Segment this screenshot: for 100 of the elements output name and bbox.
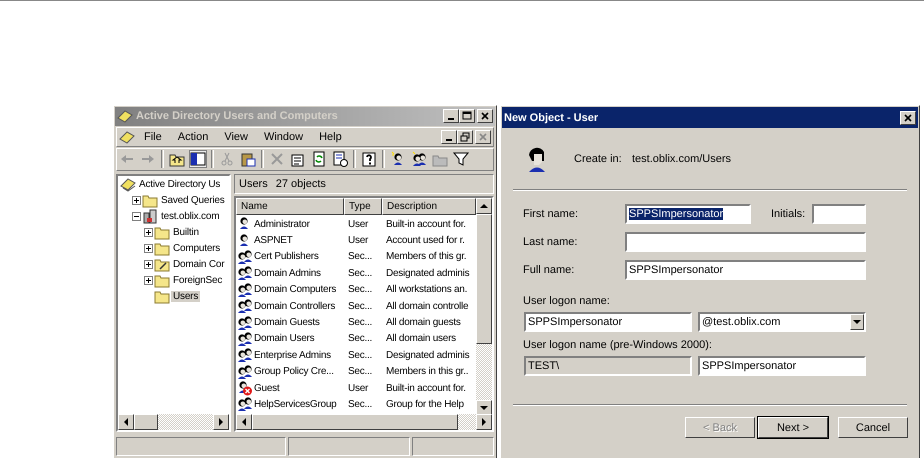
table-cell: HelpServicesGroup bbox=[254, 398, 336, 410]
scrollbar-thumb[interactable] bbox=[476, 214, 492, 344]
menu-item[interactable]: Action bbox=[170, 130, 216, 143]
tree-item[interactable]: Computers bbox=[171, 242, 222, 254]
scrollbar-thumb[interactable] bbox=[252, 414, 458, 430]
tree-item[interactable]: test.oblix.com bbox=[159, 210, 222, 222]
right-arrow-icon bbox=[217, 418, 225, 426]
dialog-title: New Object - User bbox=[504, 112, 600, 124]
full-name-field[interactable]: SPPSImpersonator bbox=[625, 260, 866, 280]
close-button[interactable] bbox=[475, 130, 491, 144]
dialog-button[interactable]: Cancel bbox=[838, 417, 908, 438]
table-cell: Sec... bbox=[348, 333, 372, 344]
table-cell: All workstations an. bbox=[386, 284, 468, 296]
scroll-left-button[interactable] bbox=[236, 414, 252, 430]
table-cell: User bbox=[348, 235, 368, 246]
expand-icon[interactable] bbox=[132, 196, 141, 204]
window-title: Active Directory Users and Computers bbox=[136, 110, 339, 122]
minimize-button[interactable] bbox=[441, 130, 457, 144]
field-label: First name: bbox=[523, 208, 580, 220]
tree-item[interactable]: ForeignSec bbox=[171, 274, 224, 286]
table-cell: Sec... bbox=[348, 268, 372, 279]
tree-item[interactable]: Users bbox=[171, 290, 200, 302]
minimize-icon bbox=[448, 118, 454, 120]
create-in-path: test.oblix.com/Users bbox=[632, 153, 732, 165]
table-cell: Sec... bbox=[348, 300, 372, 312]
scroll-right-button[interactable] bbox=[213, 414, 229, 430]
table-cell: Sec... bbox=[348, 284, 372, 296]
close-icon bbox=[478, 132, 488, 142]
table-cell: Cert Publishers bbox=[254, 251, 319, 262]
last-name-field[interactable] bbox=[625, 232, 866, 252]
column-header[interactable]: Name bbox=[236, 198, 344, 215]
column-header[interactable]: Type bbox=[344, 198, 382, 215]
table-cell: User bbox=[348, 382, 368, 394]
table-cell: Members of this gr. bbox=[386, 251, 466, 262]
group-icon bbox=[237, 314, 253, 331]
table-cell: User bbox=[348, 218, 368, 230]
menu-item[interactable]: File bbox=[137, 130, 169, 143]
expand-icon[interactable] bbox=[144, 228, 153, 236]
minimize-icon bbox=[446, 138, 452, 141]
left-arrow-icon bbox=[122, 418, 130, 426]
group-icon bbox=[237, 248, 253, 265]
scroll-up-button[interactable] bbox=[476, 198, 492, 214]
table-cell: Built-in account for. bbox=[386, 382, 466, 394]
close-button[interactable] bbox=[900, 110, 916, 124]
pre-windows-logon-field[interactable]: SPPSImpersonator bbox=[698, 356, 866, 376]
close-icon bbox=[480, 111, 490, 122]
table-cell: Sec... bbox=[348, 366, 372, 378]
table-cell: All domain users bbox=[386, 333, 456, 344]
dialog-button[interactable]: Next > bbox=[758, 417, 828, 438]
group-icon bbox=[237, 282, 253, 298]
directory-icon bbox=[120, 176, 136, 192]
refresh-icon[interactable] bbox=[311, 151, 327, 168]
field-label: Initials: bbox=[771, 208, 806, 220]
scroll-right-button[interactable] bbox=[476, 414, 492, 430]
collapse-icon[interactable] bbox=[132, 212, 141, 220]
tree-item[interactable]: Active Directory Us bbox=[137, 178, 222, 190]
up-arrow-icon bbox=[480, 202, 488, 210]
table-cell: Guest bbox=[254, 382, 280, 394]
menu-item[interactable]: Window bbox=[256, 130, 310, 143]
pane-icon[interactable] bbox=[190, 151, 206, 168]
first-name-field[interactable]: SPPSImpersonator bbox=[625, 204, 751, 224]
field-label: Full name: bbox=[523, 264, 576, 276]
expand-icon[interactable] bbox=[144, 244, 153, 252]
table-cell: Members in this gr.. bbox=[386, 366, 468, 378]
left-arrow-icon bbox=[240, 418, 248, 426]
expand-icon[interactable] bbox=[144, 276, 153, 284]
logon-name-field[interactable]: SPPSImpersonator bbox=[524, 312, 692, 332]
tree-item[interactable]: Saved Queries bbox=[159, 194, 227, 206]
menu-item[interactable]: Help bbox=[312, 130, 349, 143]
help-icon[interactable] bbox=[361, 151, 377, 168]
table-cell: All domain controlle bbox=[386, 300, 468, 312]
new-group-icon[interactable] bbox=[411, 151, 427, 168]
export-icon[interactable] bbox=[332, 151, 348, 168]
group-icon bbox=[237, 364, 253, 380]
field-label: User logon name: bbox=[523, 295, 611, 308]
table-cell: Account used for r. bbox=[386, 235, 465, 246]
table-cell: Designated adminis bbox=[386, 350, 470, 361]
scroll-left-button[interactable] bbox=[118, 414, 134, 430]
tree-item[interactable]: Domain Cor bbox=[171, 258, 226, 270]
table-cell: Sec... bbox=[348, 398, 372, 410]
filter-icon[interactable] bbox=[453, 151, 469, 168]
table-cell: Designated adminis bbox=[386, 268, 470, 279]
close-icon bbox=[903, 112, 913, 122]
domain-dropdown[interactable]: @test.oblix.com bbox=[698, 312, 866, 332]
maximize-icon bbox=[462, 111, 472, 122]
group-icon bbox=[237, 298, 253, 314]
table-cell: Sec... bbox=[348, 350, 372, 361]
create-in-label: Create in: bbox=[574, 153, 623, 165]
initials-field[interactable] bbox=[812, 204, 866, 224]
menu-item[interactable]: View bbox=[217, 130, 255, 143]
scrollbar-thumb[interactable] bbox=[134, 414, 158, 430]
clipboard-icon[interactable] bbox=[240, 151, 256, 168]
tree-item[interactable]: Builtin bbox=[171, 226, 201, 238]
group-icon bbox=[237, 330, 253, 347]
table-cell: Domain Controllers bbox=[254, 300, 336, 312]
group-icon bbox=[237, 396, 253, 412]
expand-icon[interactable] bbox=[144, 260, 153, 268]
column-header[interactable]: Description bbox=[382, 198, 476, 215]
table-cell: Sec... bbox=[348, 251, 372, 262]
restore-button[interactable] bbox=[457, 130, 473, 144]
